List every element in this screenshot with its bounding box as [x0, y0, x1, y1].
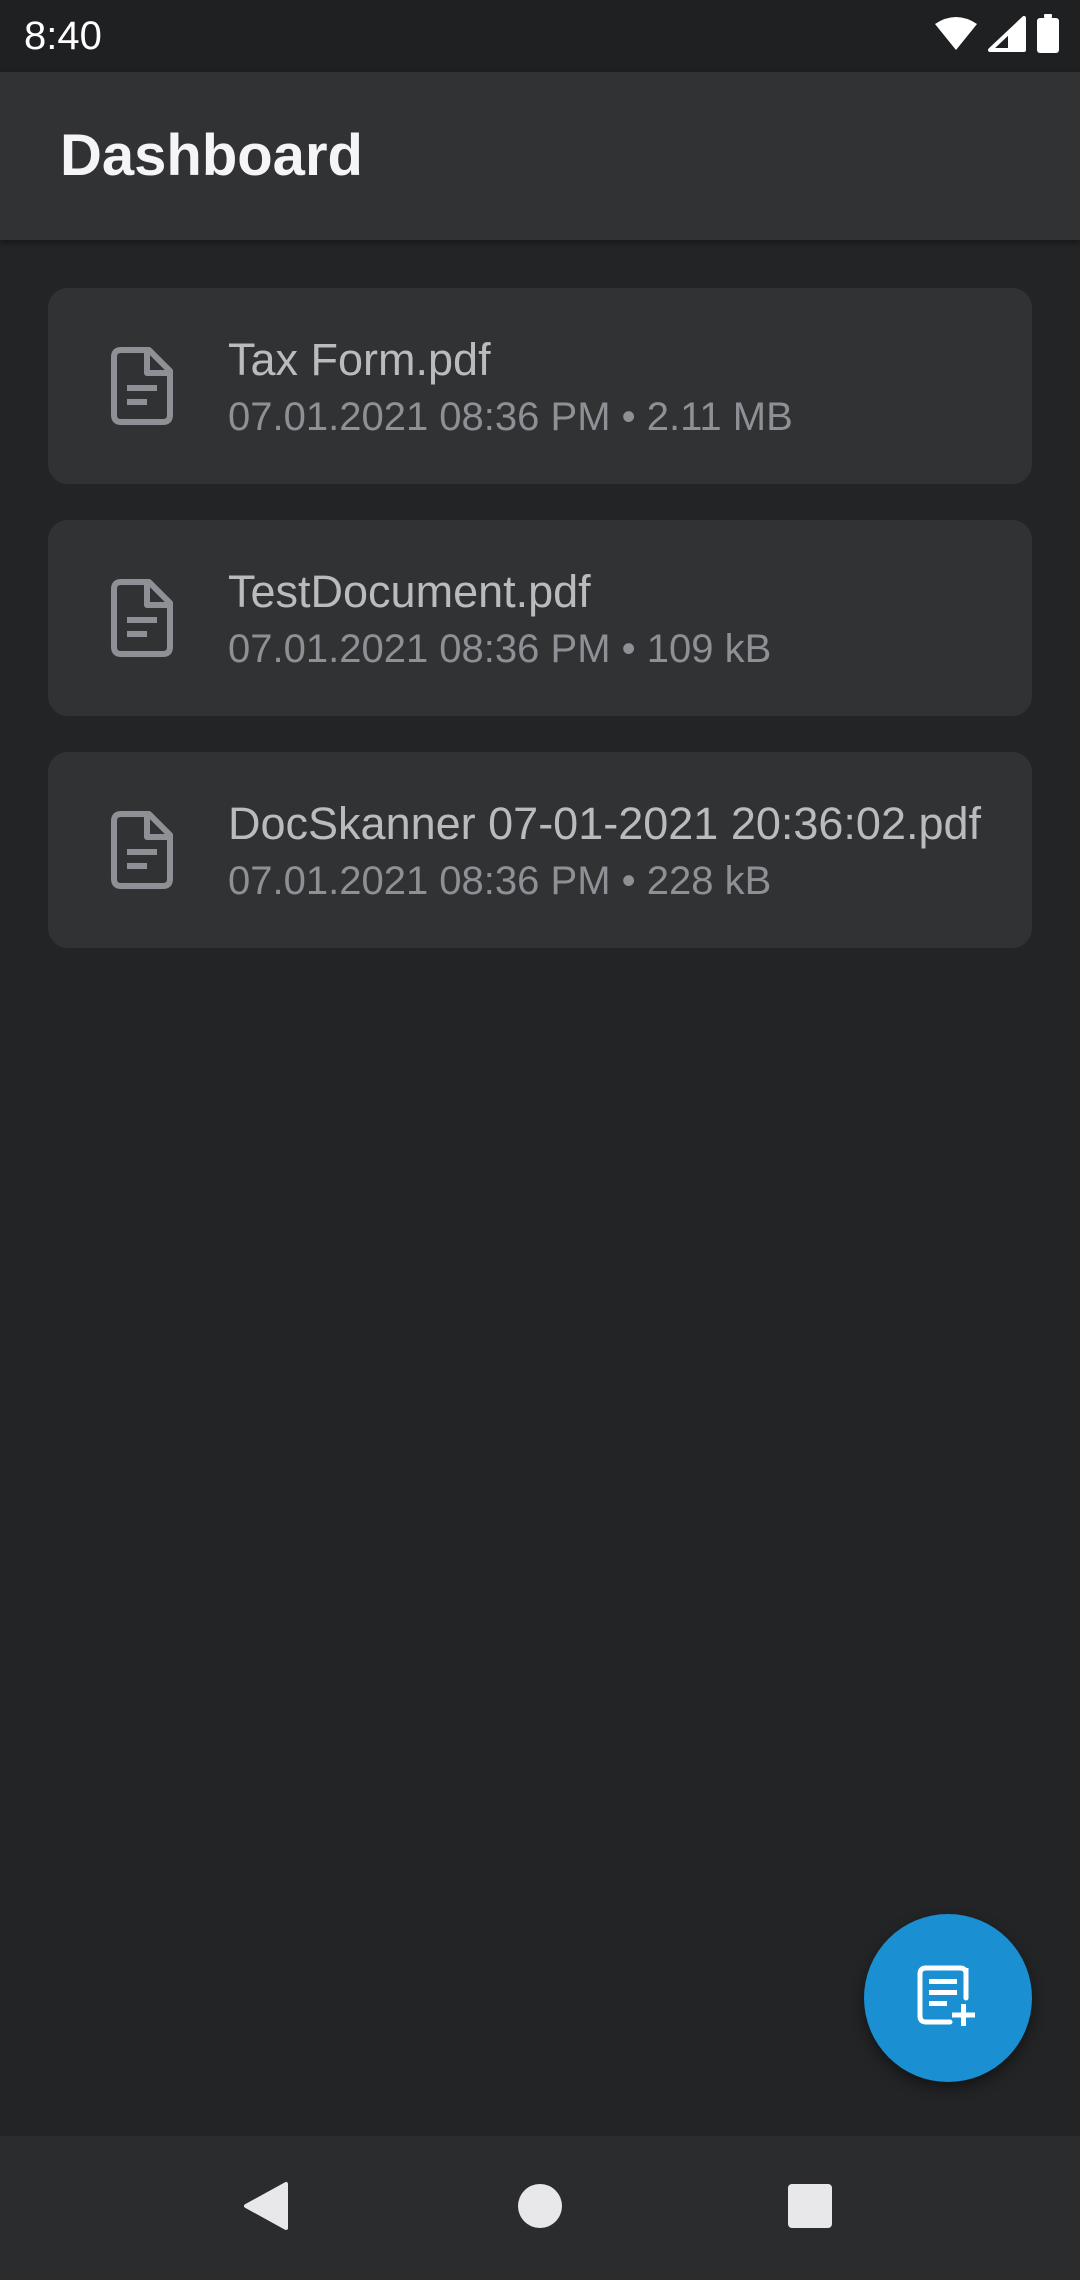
signal-icon	[988, 15, 1026, 57]
file-list: Tax Form.pdf 07.01.2021 08:36 PM • 2.11 …	[48, 288, 1032, 984]
navigation-bar	[0, 2136, 1080, 2280]
home-button[interactable]	[504, 2172, 576, 2244]
home-icon	[516, 2182, 564, 2235]
new-document-button[interactable]	[864, 1914, 1032, 2082]
back-button[interactable]	[230, 2172, 302, 2244]
page-title: Dashboard	[60, 123, 363, 188]
new-document-icon	[916, 1964, 980, 2033]
wifi-icon	[934, 16, 978, 57]
battery-icon	[1036, 13, 1060, 59]
document-icon	[104, 578, 180, 658]
file-meta: 07.01.2021 08:36 PM • 109 kB	[228, 627, 772, 671]
document-icon	[104, 346, 180, 426]
file-meta: 07.01.2021 08:36 PM • 228 kB	[228, 859, 772, 903]
status-time: 8:40	[24, 14, 102, 58]
file-card-tax-form[interactable]: Tax Form.pdf 07.01.2021 08:36 PM • 2.11 …	[48, 288, 1032, 484]
back-icon	[242, 2180, 290, 2237]
document-icon	[104, 810, 180, 890]
status-icons	[934, 13, 1060, 59]
status-bar: 8:40	[0, 0, 1080, 72]
recents-button[interactable]	[774, 2172, 846, 2244]
file-name: TestDocument.pdf	[228, 566, 591, 617]
recents-icon	[786, 2182, 834, 2235]
file-name: Tax Form.pdf	[228, 334, 491, 385]
file-meta: 07.01.2021 08:36 PM • 2.11 MB	[228, 395, 793, 439]
file-card-test-document[interactable]: TestDocument.pdf 07.01.2021 08:36 PM • 1…	[48, 520, 1032, 716]
file-name: DocSkanner 07-01-2021 20:36:02.pdf	[228, 798, 982, 849]
app-bar: Dashboard	[0, 72, 1080, 240]
file-card-docskanner[interactable]: DocSkanner 07-01-2021 20:36:02.pdf 07.01…	[48, 752, 1032, 948]
